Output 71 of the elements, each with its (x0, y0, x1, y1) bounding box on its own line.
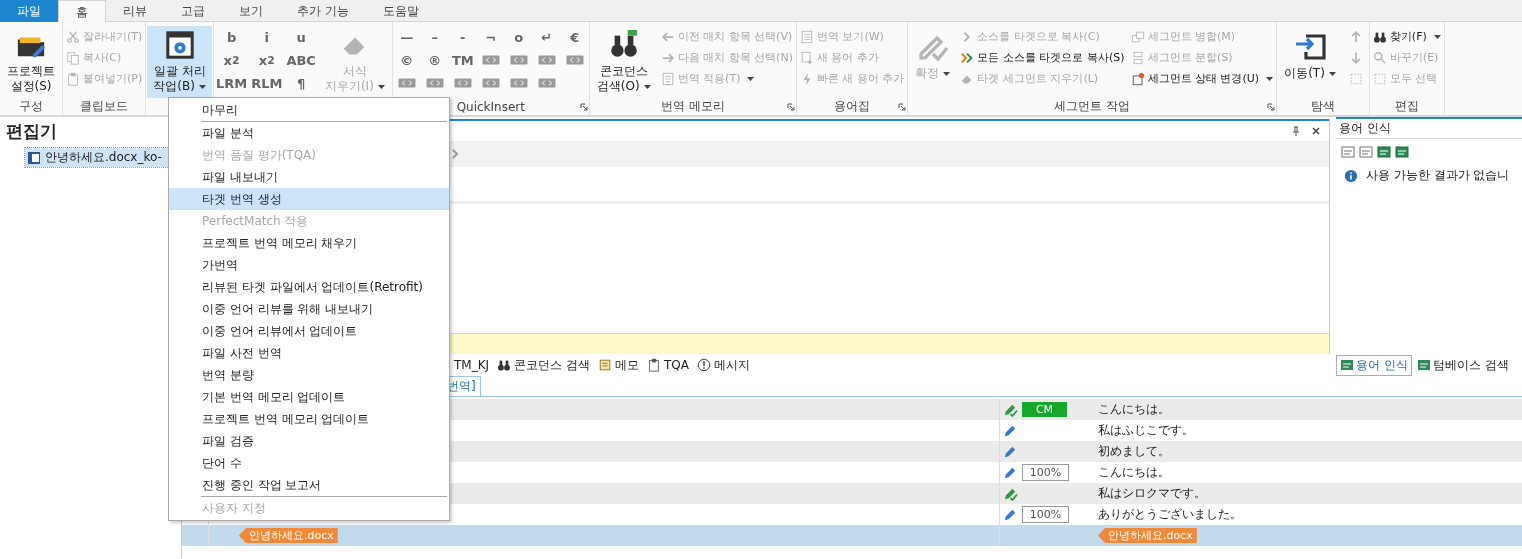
target-text: 私はふじこです。 (1098, 423, 1194, 437)
symbol-button[interactable]: ABC (285, 49, 317, 72)
tag-marker: 안녕하세요.docx (239, 528, 338, 543)
message-text: 사용 가능한 결과가 없습니 (1366, 167, 1510, 184)
match-badge: 100% (1022, 464, 1069, 481)
ribbon-button[interactable]: 세그먼트 상태 변경(U) (1128, 68, 1276, 89)
ribbon-button[interactable]: 프로젝트 설정(S) (1, 26, 61, 98)
symbol-button[interactable]: © (393, 49, 420, 72)
symbol-button[interactable]: ↵ (533, 26, 560, 49)
tag-marker: 안녕하세요.docx (1098, 528, 1197, 543)
ribbon-button[interactable]: 콘코던스 검색(O) (590, 26, 657, 98)
panel-tab[interactable]: 콘코던스 검색 (497, 356, 590, 374)
panel-tab[interactable]: 용어 인식 (1336, 354, 1412, 376)
ribbon-tab[interactable]: 홈 (58, 0, 106, 23)
symbol-button[interactable]: i (250, 26, 284, 49)
panel-tab[interactable]: 메시지 (696, 356, 750, 374)
panel-tab[interactable]: TQA (646, 356, 689, 374)
target-text: ありがとうございました。 (1098, 507, 1242, 521)
symbol-button[interactable]: - (449, 26, 476, 49)
panel-tab[interactable]: 텀베이스 검색 (1413, 354, 1512, 376)
match-badge: 100% (1022, 506, 1069, 523)
group-label: QuickInsert (456, 99, 525, 114)
group-label: 탐색 (1311, 98, 1335, 115)
group-label: 클립보드 (80, 98, 129, 115)
ribbon-button[interactable]: 모든 소스를 타겟으로 복사(S) (958, 47, 1127, 68)
panel-title: 용어 인식 (1336, 117, 1522, 139)
group-label: 번역 메모리 (660, 98, 725, 115)
menu-item[interactable]: 마무리 (169, 99, 449, 121)
panel-title: 편집기 (5, 120, 58, 143)
target-text: こんにちは。 (1098, 402, 1170, 416)
panel-tab[interactable]: TM_KJ (454, 356, 490, 374)
ribbon-button[interactable]: 일괄 처리 작업(B) (147, 26, 212, 98)
menu-item[interactable]: 프로젝트 번역 메모리 채우기 (169, 232, 449, 254)
ribbon-button[interactable]: 찾기(F) (1370, 26, 1443, 47)
symbol-button[interactable]: € (561, 26, 588, 49)
file-tree-item[interactable]: 안녕하세요.docx_ko- (25, 148, 171, 167)
target-text: こんにちは。 (1098, 465, 1170, 479)
symbol-button[interactable]: RLM (250, 72, 284, 95)
symbol-button[interactable]: LRM (214, 72, 249, 95)
menu-item[interactable]: 이중 언어 리뷰에서 업데이트 (169, 320, 449, 342)
menu-item[interactable]: 이중 언어 리뷰를 위해 내보내기 (169, 298, 449, 320)
ribbon-tab[interactable]: 도움말 (365, 0, 436, 22)
symbol-button[interactable]: ¶ (285, 72, 317, 95)
symbol-button[interactable]: — (393, 26, 420, 49)
symbol-button[interactable]: TM (449, 49, 476, 72)
group-label: 세그먼트 작업 (1054, 98, 1131, 115)
target-text: 初めまして。 (1098, 444, 1170, 458)
ribbon-tab[interactable]: 리뷰 (106, 0, 164, 22)
ribbon-tab[interactable]: 파일 (0, 0, 58, 22)
symbol-button[interactable]: b (214, 26, 249, 49)
ribbon-tab[interactable]: 보기 (222, 0, 280, 22)
symbol-button[interactable]: ¬ (477, 26, 504, 49)
symbol-button[interactable]: u (285, 26, 317, 49)
menu-item[interactable]: 파일 분석 (169, 122, 449, 144)
ribbon-tab[interactable]: 추가 기능 (280, 0, 366, 22)
target-text: 私はシロクマです。 (1098, 486, 1206, 500)
panel-tab[interactable]: 메모 (597, 356, 639, 374)
symbol-button[interactable]: o (505, 26, 532, 49)
group-label: 용어집 (834, 98, 871, 115)
symbol-button[interactable]: ® (421, 49, 448, 72)
menu-item[interactable]: 파일 사전 번역 (169, 342, 449, 364)
ribbon-tab[interactable]: 고급 (164, 0, 222, 22)
group-label: 편집 (1394, 98, 1419, 115)
symbol-button[interactable]: – (421, 26, 448, 49)
ribbon-button[interactable]: 이동(T) (1278, 26, 1342, 98)
menu-item[interactable]: 리뷰된 타겟 파일에서 업데이트(Retrofit) (169, 276, 449, 298)
menu-item[interactable]: 타겟 번역 생성 (169, 188, 449, 210)
menu-item[interactable]: 가번역 (169, 254, 449, 276)
group-label: 구성 (19, 98, 43, 115)
menu-item[interactable]: 파일 내보내기 (169, 166, 449, 188)
match-badge: CM (1022, 402, 1067, 417)
